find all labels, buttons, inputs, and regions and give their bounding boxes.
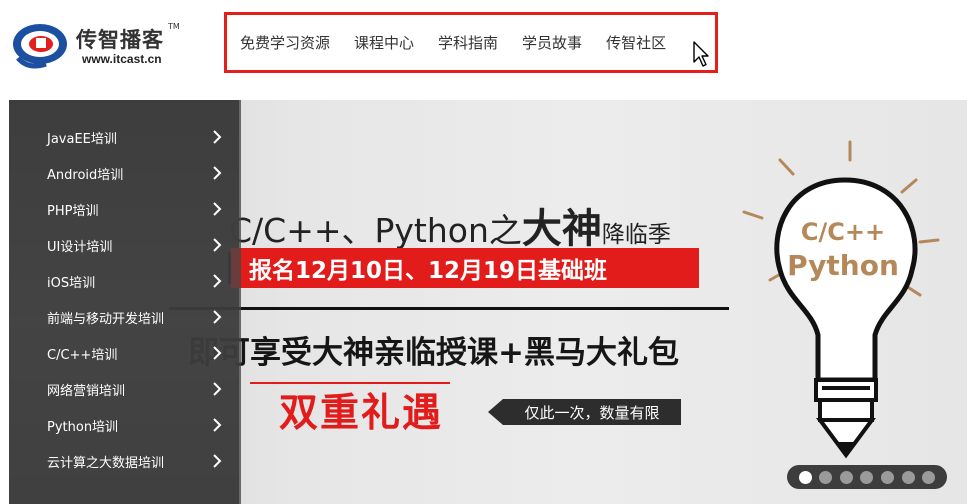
chevron-right-icon: [213, 130, 222, 144]
logo-mark-icon: [13, 24, 67, 69]
carousel-dot[interactable]: [819, 470, 833, 484]
sidebar-item-label: Android培训: [47, 167, 124, 183]
logo-trademark: TM: [168, 22, 180, 31]
sidebar-item-label: UI设计培训: [47, 239, 113, 255]
promo-double-gift: 双重礼遇: [279, 390, 444, 436]
sidebar-item-label: C/C++培训: [47, 347, 118, 363]
chevron-right-icon: [213, 418, 222, 432]
sidebar-item-php[interactable]: PHP培训: [47, 191, 222, 227]
svg-text:Python: Python: [787, 249, 899, 282]
promo-main-offer: 即可享受大神亲临授课+黑马大礼包: [188, 335, 679, 371]
promo-enroll-dates: 报名12月10日、12月19日基础班: [231, 248, 699, 288]
sidebar-item-label: 网络营销培训: [47, 383, 126, 399]
chevron-right-icon: [213, 310, 222, 324]
promo-tag-arrow: [488, 399, 503, 425]
course-sidebar: JavaEE培训 Android培训 PHP培训 UI设计培训 iOS培训 前端…: [9, 100, 241, 504]
site-header: 传智播客 TM www.itcast.cn 免费学习资源 课程中心 学科指南 学…: [0, 0, 973, 96]
chevron-right-icon: [213, 382, 222, 396]
sidebar-item-python[interactable]: Python培训: [47, 407, 222, 443]
chevron-right-icon: [213, 202, 222, 216]
chevron-right-icon: [213, 274, 222, 288]
nav-item-free-resources[interactable]: 免费学习资源: [240, 32, 330, 53]
site-logo[interactable]: 传智播客 TM www.itcast.cn: [10, 16, 180, 72]
promo-title-big-1: 大: [521, 205, 562, 252]
svg-text:C/C++: C/C++: [801, 218, 885, 246]
sidebar-item-frontend-mobile[interactable]: 前端与移动开发培训: [47, 299, 222, 335]
sidebar-item-cloud-bigdata[interactable]: 云计算之大数据培训: [47, 443, 222, 479]
promo-title-prefix: C/C++、Python之: [229, 211, 522, 250]
carousel-indicators: [787, 465, 947, 489]
sidebar-item-label: iOS培训: [47, 275, 96, 291]
chevron-right-icon: [213, 238, 222, 252]
sidebar-item-label: Python培训: [47, 419, 119, 435]
sidebar-item-marketing[interactable]: 网络营销培训: [47, 371, 222, 407]
sidebar-item-javaee[interactable]: JavaEE培训: [47, 119, 222, 155]
carousel-dot[interactable]: [901, 470, 915, 484]
chevron-right-icon: [213, 454, 222, 468]
nav-item-subject-guide[interactable]: 学科指南: [438, 32, 498, 53]
lightbulb-illustration-icon: C/C++ Python: [742, 140, 940, 459]
sidebar-item-label: JavaEE培训: [47, 131, 117, 147]
promo-title: C/C++、Python之大神降临季: [229, 196, 671, 254]
sidebar-item-cpp[interactable]: C/C++培训: [47, 335, 222, 371]
carousel-dot[interactable]: [922, 470, 936, 484]
promo-title-suffix: 降临季: [601, 222, 671, 248]
sidebar-item-android[interactable]: Android培训: [47, 155, 222, 191]
nav-item-community[interactable]: 传智社区: [606, 32, 666, 53]
sidebar-item-label: 前端与移动开发培训: [47, 311, 165, 327]
sidebar-item-label: PHP培训: [47, 203, 99, 219]
promo-limited-tag: 仅此一次，数量有限: [503, 399, 681, 425]
sidebar-item-ios[interactable]: iOS培训: [47, 263, 222, 299]
promo-title-big-2: 神: [561, 205, 602, 252]
chevron-right-icon: [213, 346, 222, 360]
logo-url: www.itcast.cn: [82, 52, 162, 66]
carousel-dot[interactable]: [798, 470, 812, 484]
main-nav: 免费学习资源 课程中心 学科指南 学员故事 传智社区: [224, 12, 718, 73]
mouse-cursor-icon: [693, 41, 709, 67]
sidebar-item-label: 云计算之大数据培训: [47, 455, 165, 471]
sidebar-item-ui-design[interactable]: UI设计培训: [47, 227, 222, 263]
nav-item-student-stories[interactable]: 学员故事: [522, 32, 582, 53]
chevron-right-icon: [213, 166, 222, 180]
carousel-dot[interactable]: [881, 470, 895, 484]
banner-divider-line: [169, 307, 729, 310]
nav-item-courses[interactable]: 课程中心: [354, 32, 414, 53]
carousel-dot[interactable]: [860, 470, 874, 484]
carousel-dot[interactable]: [839, 470, 853, 484]
logo-name: 传智播客: [76, 28, 164, 52]
